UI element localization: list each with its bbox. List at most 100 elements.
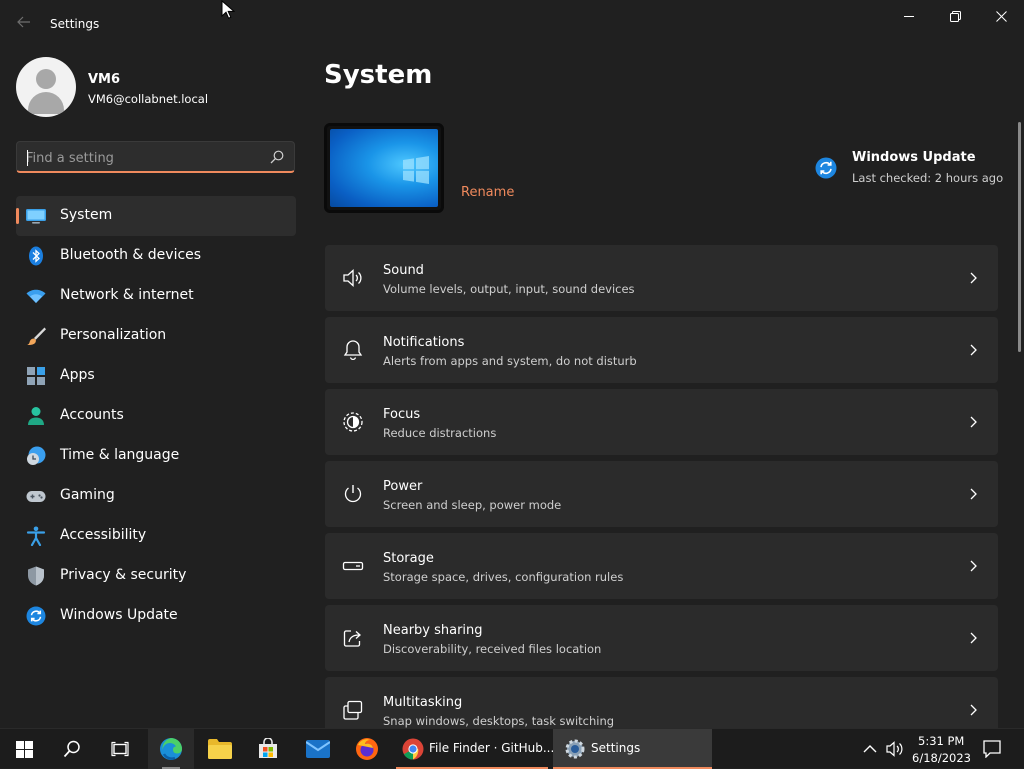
chevron-up-icon: [863, 745, 877, 753]
search-taskbar-button[interactable]: [52, 729, 92, 769]
taskbar-chrome[interactable]: File Finder · GitHub...: [396, 729, 554, 769]
sidebar-item-label: Windows Update: [60, 607, 178, 623]
sidebar-item-gaming[interactable]: Gaming: [16, 476, 296, 516]
sidebar-item-time-language[interactable]: Time & language: [16, 436, 296, 476]
task-view-icon: [111, 741, 129, 757]
settings-gear-icon: [565, 739, 585, 759]
chevron-right-icon: [970, 704, 977, 716]
card-subtitle: Alerts from apps and system, do not dist…: [383, 354, 637, 368]
speaker-icon: [343, 269, 362, 287]
user-email: VM6@collabnet.local: [88, 92, 209, 106]
sidebar-item-label: Gaming: [60, 487, 115, 503]
app-title: Settings: [50, 17, 100, 31]
show-hidden-icons[interactable]: [860, 729, 880, 769]
user-profile[interactable]: VM6 VM6@collabnet.local: [16, 57, 296, 117]
taskbar-store[interactable]: [248, 729, 288, 769]
card-title: Nearby sharing: [383, 623, 483, 638]
card-sound[interactable]: Sound Volume levels, output, input, soun…: [325, 245, 998, 311]
multitasking-icon: [343, 700, 363, 720]
card-subtitle: Discoverability, received files location: [383, 642, 602, 656]
card-subtitle: Storage space, drives, configuration rul…: [383, 570, 624, 584]
taskbar-settings[interactable]: Settings: [553, 729, 712, 769]
scrollbar[interactable]: [1018, 122, 1021, 352]
sidebar-item-label: System: [60, 207, 113, 223]
clock-date[interactable]: 6/18/2023: [912, 751, 971, 765]
taskbar: File Finder · GitHub... Settings 5:31 PM…: [0, 728, 1024, 769]
back-arrow-icon[interactable]: [14, 14, 34, 34]
card-multitasking[interactable]: Multitasking Snap windows, desktops, tas…: [325, 677, 998, 728]
card-focus[interactable]: Focus Reduce distractions: [325, 389, 998, 455]
search-icon[interactable]: [270, 150, 284, 164]
card-subtitle: Screen and sleep, power mode: [383, 498, 562, 512]
settings-window: Settings VM6 VM6@collabnet.local System: [0, 0, 1024, 728]
sidebar-item-privacy[interactable]: Privacy & security: [16, 556, 296, 596]
minimize-icon: [904, 16, 914, 17]
sidebar-item-label: Network & internet: [60, 287, 194, 303]
device-thumbnail: [324, 123, 444, 213]
sidebar-item-label: Accessibility: [60, 527, 147, 543]
card-power[interactable]: Power Screen and sleep, power mode: [325, 461, 998, 527]
power-icon: [344, 485, 362, 503]
taskbar-edge[interactable]: [148, 729, 194, 769]
taskbar-mail[interactable]: [298, 729, 338, 769]
card-notifications[interactable]: Notifications Alerts from apps and syste…: [325, 317, 998, 383]
rename-link[interactable]: Rename: [461, 185, 514, 200]
taskbar-file-explorer[interactable]: [200, 729, 240, 769]
notification-center-button[interactable]: [980, 729, 1004, 769]
bluetooth-icon: [29, 246, 43, 266]
taskbar-settings-label: Settings: [591, 741, 641, 755]
bell-icon: [343, 340, 363, 361]
card-title: Notifications: [383, 335, 465, 350]
microsoft-store-icon: [259, 738, 277, 758]
apps-icon: [27, 367, 45, 385]
sidebar-item-accessibility[interactable]: Accessibility: [16, 516, 296, 556]
sidebar-item-label: Bluetooth & devices: [60, 247, 202, 263]
sidebar-item-accounts[interactable]: Accounts: [16, 396, 296, 436]
page-title: System: [324, 60, 433, 90]
restore-icon: [949, 10, 961, 22]
clock-time[interactable]: 5:31 PM: [918, 734, 964, 748]
start-button[interactable]: [4, 729, 44, 769]
card-nearby-sharing[interactable]: Nearby sharing Discoverability, received…: [325, 605, 998, 671]
windows-logo-icon: [403, 156, 429, 184]
close-button[interactable]: [978, 0, 1024, 32]
avatar: [16, 57, 76, 117]
chevron-right-icon: [970, 632, 977, 644]
sidebar-item-label: Personalization: [60, 327, 167, 343]
accessibility-icon: [26, 526, 46, 546]
task-view-button[interactable]: [100, 729, 140, 769]
close-icon: [995, 10, 1007, 22]
sidebar-item-personalization[interactable]: Personalization: [16, 316, 296, 356]
sidebar-item-windows-update[interactable]: Windows Update: [16, 596, 296, 636]
windows-update-title[interactable]: Windows Update: [852, 150, 976, 165]
wifi-icon: [26, 289, 46, 303]
minimize-button[interactable]: [886, 0, 932, 32]
windows-update-status: Last checked: 2 hours ago: [852, 171, 1004, 185]
search-box[interactable]: [16, 141, 295, 173]
card-title: Sound: [383, 263, 424, 278]
chevron-right-icon: [970, 488, 977, 500]
edge-browser-icon: [160, 738, 182, 760]
mouse-pointer-icon: [221, 0, 235, 19]
settings-list: Sound Volume levels, output, input, soun…: [325, 245, 998, 728]
taskbar-firefox[interactable]: [347, 729, 387, 769]
volume-icon: [886, 741, 903, 757]
sidebar-item-network[interactable]: Network & internet: [16, 276, 296, 316]
time-language-icon: [27, 446, 46, 465]
chevron-right-icon: [970, 560, 977, 572]
sidebar-item-system[interactable]: System: [16, 196, 296, 236]
volume-button[interactable]: [884, 729, 908, 769]
card-title: Power: [383, 479, 423, 494]
accounts-icon: [28, 407, 44, 425]
sidebar-item-apps[interactable]: Apps: [16, 356, 296, 396]
card-storage[interactable]: Storage Storage space, drives, configura…: [325, 533, 998, 599]
maximize-button[interactable]: [932, 0, 978, 32]
sidebar-item-label: Apps: [60, 367, 95, 383]
gamepad-icon: [26, 491, 46, 502]
sidebar-nav: System Bluetooth & devices Network & int…: [16, 196, 296, 636]
windows-update-icon[interactable]: [815, 157, 837, 179]
mail-icon: [306, 740, 330, 758]
search-input[interactable]: [26, 148, 256, 168]
sidebar-item-bluetooth[interactable]: Bluetooth & devices: [16, 236, 296, 276]
sidebar-item-label: Privacy & security: [60, 567, 187, 583]
